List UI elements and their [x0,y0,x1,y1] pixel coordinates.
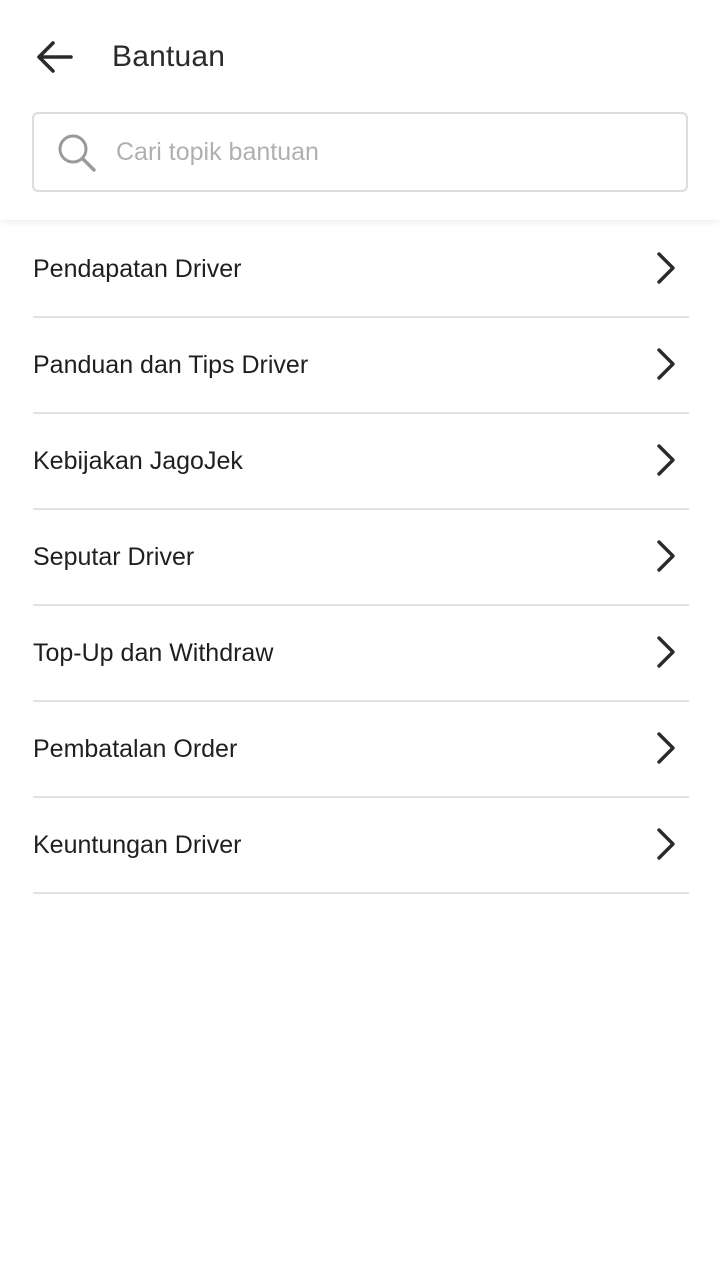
topic-item-seputar-driver[interactable]: Seputar Driver [33,510,689,606]
topic-item-top-up-dan-withdraw[interactable]: Top-Up dan Withdraw [33,606,689,702]
topic-item-kebijakan-jagojek[interactable]: Kebijakan JagoJek [33,414,689,510]
topic-label: Pendapatan Driver [33,255,242,283]
page-title: Bantuan [112,40,226,73]
chevron-right-icon [657,828,675,860]
search-input[interactable] [116,124,676,180]
topic-item-pendapatan-driver[interactable]: Pendapatan Driver [33,222,689,318]
topic-label: Panduan dan Tips Driver [33,351,309,379]
topic-label: Seputar Driver [33,543,195,571]
arrow-left-icon [37,41,73,73]
topic-label: Pembatalan Order [33,735,238,763]
chevron-right-icon [657,540,675,572]
chevron-right-icon [657,444,675,476]
topic-item-keuntungan-driver[interactable]: Keuntungan Driver [33,798,689,894]
back-button[interactable] [26,30,84,84]
topic-label: Top-Up dan Withdraw [33,639,274,667]
search-box[interactable] [32,112,688,192]
chevron-right-icon [657,636,675,668]
chevron-right-icon [657,252,675,284]
help-topic-list: Pendapatan Driver Panduan dan Tips Drive… [0,222,720,894]
topic-label: Keuntungan Driver [33,831,242,859]
topic-item-pembatalan-order[interactable]: Pembatalan Order [33,702,689,798]
chevron-right-icon [657,732,675,764]
search-icon [58,134,96,172]
app-header: Bantuan [0,0,720,220]
topic-label: Kebijakan JagoJek [33,447,243,475]
topic-item-panduan-dan-tips-driver[interactable]: Panduan dan Tips Driver [33,318,689,414]
chevron-right-icon [657,348,675,380]
